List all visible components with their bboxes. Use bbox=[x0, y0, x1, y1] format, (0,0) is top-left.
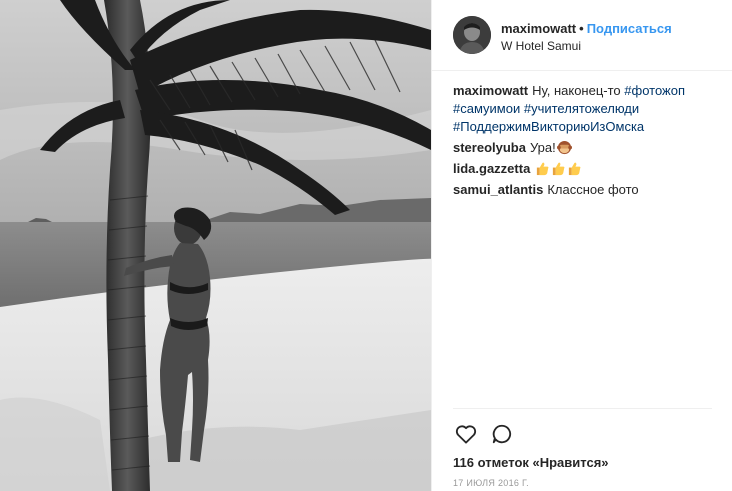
beach-photo-image bbox=[0, 0, 431, 491]
like-button[interactable] bbox=[453, 421, 479, 447]
thumbs-up-emoji bbox=[569, 162, 581, 176]
instagram-post: maximowatt • Подписаться W Hotel Samui max… bbox=[0, 0, 732, 491]
hashtag-link[interactable]: #самуимои bbox=[453, 101, 520, 116]
caption-text: Ну, наконец-то bbox=[532, 83, 621, 98]
separator-dot: • bbox=[579, 21, 584, 36]
header-text: maximowatt • Подписаться W Hotel Samui bbox=[501, 20, 672, 55]
comment-item: samui_atlantis Классное фото bbox=[453, 181, 714, 199]
author-username[interactable]: maximowatt bbox=[501, 21, 576, 36]
author-avatar[interactable] bbox=[453, 16, 491, 54]
heart-outline-icon bbox=[455, 425, 477, 444]
comment-username[interactable]: lida.gazzetta bbox=[453, 161, 530, 176]
caption: maximowatt Ну, наконец-то #фотожоп #самуи… bbox=[453, 82, 714, 136]
hashtag-link[interactable]: #фотожоп bbox=[624, 83, 685, 98]
post-header: maximowatt • Подписаться W Hotel Samui bbox=[432, 0, 732, 71]
avatar-image bbox=[453, 16, 491, 54]
post-date[interactable]: 17 ИЮЛЯ 2016 Г. bbox=[453, 478, 712, 488]
follow-button[interactable]: Подписаться bbox=[587, 21, 672, 36]
likes-count[interactable]: 116 отметок «Нравится» bbox=[453, 455, 712, 470]
thumbs-up-emoji bbox=[553, 162, 565, 176]
comment-username[interactable]: samui_atlantis bbox=[453, 182, 543, 197]
post-side-panel: maximowatt • Подписаться W Hotel Samui max… bbox=[431, 0, 732, 491]
header-top-line: maximowatt • Подписаться bbox=[501, 20, 672, 37]
action-icons bbox=[453, 421, 712, 447]
comment-button[interactable] bbox=[489, 421, 515, 447]
location-link[interactable]: W Hotel Samui bbox=[501, 38, 672, 55]
thumbs-up-emoji bbox=[537, 162, 549, 176]
speech-bubble-icon bbox=[492, 424, 511, 444]
comment-text: Ура! bbox=[529, 140, 556, 155]
comment-item: stereolyuba Ура! bbox=[453, 139, 714, 157]
comment-item: lida.gazzetta bbox=[453, 160, 714, 178]
comments-list: maximowatt Ну, наконец-то #фотожоп #самуи… bbox=[432, 71, 732, 408]
see-no-evil-monkey-emoji bbox=[556, 140, 572, 155]
comment-username[interactable]: stereolyuba bbox=[453, 140, 526, 155]
actions-area: 116 отметок «Нравится» 17 ИЮЛЯ 2016 Г. bbox=[453, 408, 712, 491]
caption-username[interactable]: maximowatt bbox=[453, 83, 528, 98]
hashtag-link[interactable]: #ПоддержимВикториюИзОмска bbox=[453, 119, 644, 134]
comment-text: Классное фото bbox=[547, 182, 639, 197]
post-photo[interactable] bbox=[0, 0, 431, 491]
hashtag-link[interactable]: #учителятожелюди bbox=[524, 101, 639, 116]
